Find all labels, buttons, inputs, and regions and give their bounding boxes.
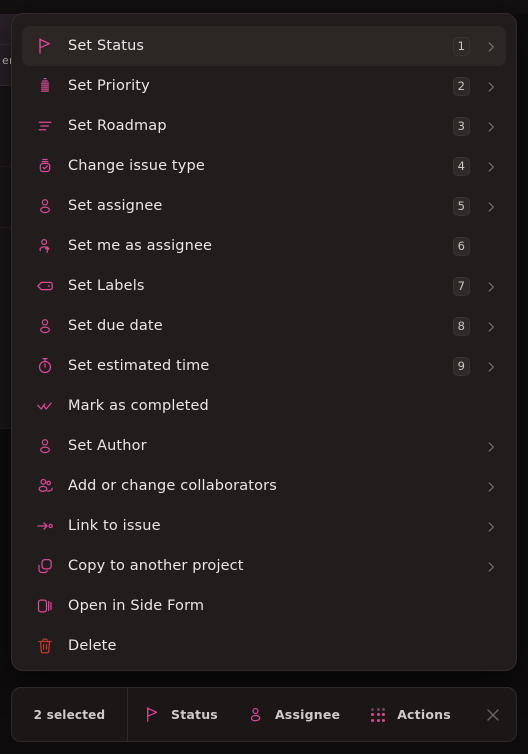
side-form-icon	[34, 595, 56, 617]
menu-item-shortcut-badge: 2	[452, 76, 470, 96]
priority-bars-icon	[34, 75, 56, 97]
menu-item-label: Change issue type	[68, 158, 205, 174]
chevron-right-icon[interactable]	[484, 279, 498, 293]
trash-icon	[34, 635, 56, 657]
chevron-right-icon[interactable]	[484, 79, 498, 93]
menu-item[interactable]: Set Status 1	[22, 26, 506, 66]
chevron-right-icon[interactable]	[484, 39, 498, 53]
menu-item-shortcut-badge: 4	[452, 156, 470, 176]
menu-item-label: Set due date	[68, 318, 163, 334]
menu-item-label: Set Labels	[68, 278, 145, 294]
person-icon	[246, 705, 266, 725]
chevron-right-icon[interactable]	[484, 119, 498, 133]
chevron-right-icon[interactable]	[484, 439, 498, 453]
selection-action-label: Status	[171, 707, 218, 722]
menu-item[interactable]: Add or change collaborators	[22, 466, 506, 506]
menu-item-shortcut-badge: 1	[452, 36, 470, 56]
selection-action-label: Assignee	[274, 707, 341, 722]
menu-item[interactable]: Copy to another project	[22, 546, 506, 586]
close-icon[interactable]	[484, 706, 502, 724]
selection-action-assignee[interactable]: Assignee	[232, 688, 354, 741]
selection-actions[interactable]: Status Assignee Actions	[128, 688, 465, 741]
roadmap-lines-icon	[34, 115, 56, 137]
people-icon	[34, 475, 56, 497]
double-check-icon	[34, 395, 56, 417]
menu-item-label: Set estimated time	[68, 358, 210, 374]
menu-item-label: Set Author	[68, 438, 147, 454]
menu-item-label: Set Status	[68, 38, 145, 54]
person-arrow-icon	[34, 235, 56, 257]
menu-item[interactable]: Set Priority 2	[22, 66, 506, 106]
menu-item-label: Set me as assignee	[68, 238, 213, 254]
selection-action-actions[interactable]: Actions	[354, 688, 465, 741]
issue-type-icon	[34, 155, 56, 177]
menu-item[interactable]: Set Labels 7	[22, 266, 506, 306]
menu-item-label: Add or change collaborators	[68, 478, 277, 494]
menu-item-label: Mark as completed	[68, 398, 209, 414]
menu-item-shortcut-badge: 6	[452, 236, 470, 256]
chevron-right-icon[interactable]	[484, 559, 498, 573]
chevron-right-icon[interactable]	[484, 359, 498, 373]
menu-item-label: Open in Side Form	[68, 598, 205, 614]
selection-action-label: Actions	[397, 707, 451, 722]
chevron-right-icon[interactable]	[484, 519, 498, 533]
menu-item-label: Copy to another project	[68, 558, 244, 574]
menu-item[interactable]: Set Roadmap 3	[22, 106, 506, 146]
selection-toolbar[interactable]: 2 selected Status Assignee Actions	[11, 687, 517, 742]
menu-item-label: Link to issue	[68, 518, 161, 534]
flag-icon	[142, 705, 162, 725]
menu-item-shortcut-badge: 9	[452, 356, 470, 376]
menu-item[interactable]: Open in Side Form	[22, 586, 506, 626]
link-arrow-icon	[34, 515, 56, 537]
menu-item[interactable]: Set me as assignee 6	[22, 226, 506, 266]
chevron-right-icon[interactable]	[484, 479, 498, 493]
menu-item[interactable]: Mark as completed	[22, 386, 506, 426]
selection-count-label: 2 selected	[12, 688, 128, 741]
menu-item-label: Delete	[68, 638, 117, 654]
selection-action-status[interactable]: Status	[128, 688, 232, 741]
app-top-strip	[0, 0, 528, 14]
menu-item-shortcut-badge: 3	[452, 116, 470, 136]
menu-item[interactable]: Set Author	[22, 426, 506, 466]
menu-item[interactable]: Change issue type 4	[22, 146, 506, 186]
menu-item-label: Set assignee	[68, 198, 163, 214]
chevron-right-icon[interactable]	[484, 159, 498, 173]
menu-item-shortcut-badge: 8	[452, 316, 470, 336]
chevron-right-icon[interactable]	[484, 319, 498, 333]
menu-item-label: Set Priority	[68, 78, 150, 94]
flag-icon	[34, 35, 56, 57]
person-icon	[34, 195, 56, 217]
person-icon	[34, 315, 56, 337]
menu-item[interactable]: Set due date 8	[22, 306, 506, 346]
menu-item-label: Set Roadmap	[68, 118, 167, 134]
menu-item[interactable]: Link to issue	[22, 506, 506, 546]
menu-item[interactable]: Delete	[22, 626, 506, 666]
stopwatch-icon	[34, 355, 56, 377]
context-menu[interactable]: Set Status 1 Set Priority 2 Set Roadmap 3 Chan…	[11, 13, 517, 671]
menu-item[interactable]: Set estimated time 9	[22, 346, 506, 386]
copy-icon	[34, 555, 56, 577]
menu-item-shortcut-badge: 5	[452, 196, 470, 216]
menu-item[interactable]: Set assignee 5	[22, 186, 506, 226]
chevron-right-icon[interactable]	[484, 199, 498, 213]
person-icon	[34, 435, 56, 457]
tag-icon	[34, 275, 56, 297]
dot-grid-icon	[368, 705, 388, 725]
menu-item-shortcut-badge: 7	[452, 276, 470, 296]
